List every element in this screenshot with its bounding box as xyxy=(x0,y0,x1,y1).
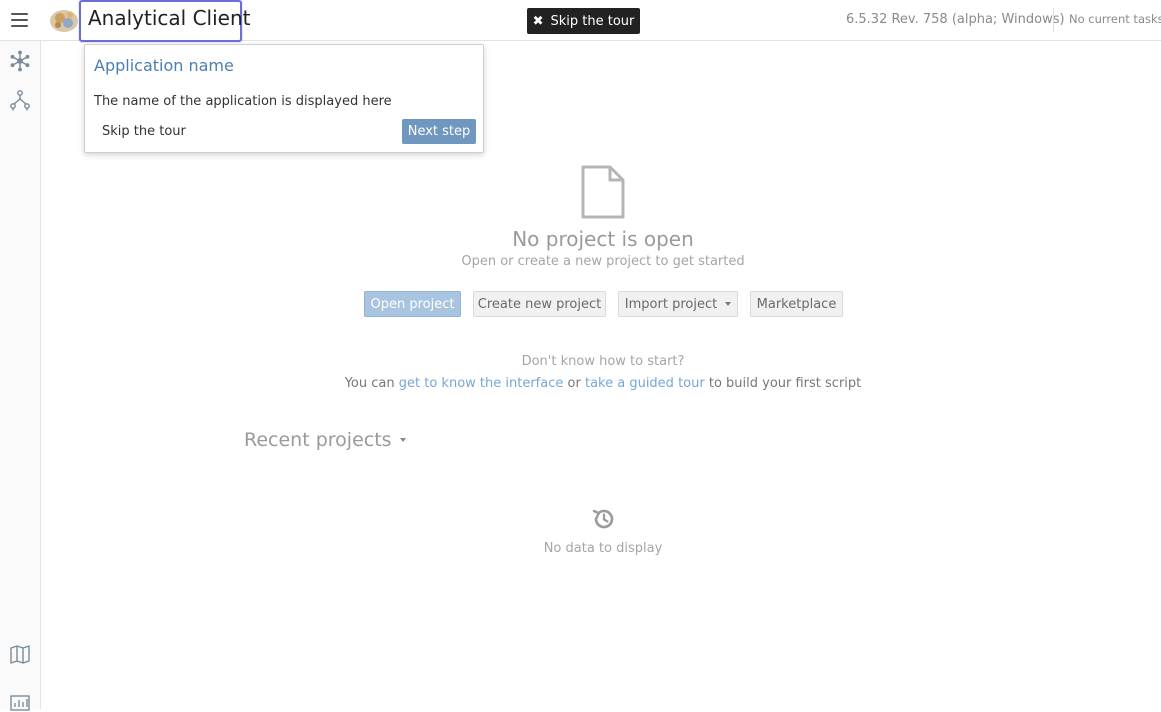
app-title: Analytical Client xyxy=(88,6,251,30)
caret-down-icon xyxy=(399,438,406,442)
help-line: You can get to know the interface or tak… xyxy=(303,376,903,391)
help-or: or xyxy=(567,376,581,391)
version-text: 6.5.32 Rev. 758 (alpha; Windows) xyxy=(846,12,1065,27)
skip-tour-button[interactable]: ✖ Skip the tour xyxy=(527,8,640,34)
import-project-label: Import project xyxy=(624,296,718,312)
guided-tour-link[interactable]: take a guided tour xyxy=(585,376,705,391)
divider xyxy=(1053,8,1054,32)
empty-state-title: No project is open xyxy=(512,227,694,251)
network-icon[interactable] xyxy=(9,89,31,111)
top-bar: Analytical Client ✖ Skip the tour 6.5.32… xyxy=(0,0,1161,42)
document-icon xyxy=(581,165,625,219)
next-step-button[interactable]: Next step xyxy=(402,119,476,144)
app-logo-icon xyxy=(50,10,78,32)
left-sidebar xyxy=(0,41,41,711)
help-question: Don't know how to start? xyxy=(521,354,685,369)
skip-tour-label: Skip the tour xyxy=(550,13,635,29)
open-project-button[interactable]: Open project xyxy=(364,291,461,317)
interface-link[interactable]: get to know the interface xyxy=(399,376,564,391)
recent-empty-text: No data to display xyxy=(543,541,663,556)
help-suffix: to build your first script xyxy=(708,376,862,391)
marketplace-button[interactable]: Marketplace xyxy=(750,291,843,317)
import-project-dropdown[interactable]: Import project xyxy=(618,291,738,317)
menu-icon[interactable] xyxy=(11,13,28,27)
tour-skip-link[interactable]: Skip the tour xyxy=(102,124,186,139)
recent-projects-title: Recent projects xyxy=(244,429,392,451)
recent-projects-dropdown[interactable]: Recent projects xyxy=(244,429,406,451)
create-project-button[interactable]: Create new project xyxy=(473,291,606,317)
tour-title: Application name xyxy=(94,56,234,75)
map-icon[interactable] xyxy=(9,643,31,665)
help-prefix: You can xyxy=(344,376,395,391)
tasks-status[interactable]: No current tasks xyxy=(1069,12,1161,26)
close-icon: ✖ xyxy=(532,13,544,29)
history-icon xyxy=(592,509,614,529)
snowflake-icon[interactable] xyxy=(9,50,31,72)
tour-popover: Application name The name of the applica… xyxy=(84,44,484,153)
caret-down-icon xyxy=(725,302,732,306)
tour-body: The name of the application is displayed… xyxy=(94,94,392,109)
empty-state-subtitle: Open or create a new project to get star… xyxy=(461,254,745,269)
